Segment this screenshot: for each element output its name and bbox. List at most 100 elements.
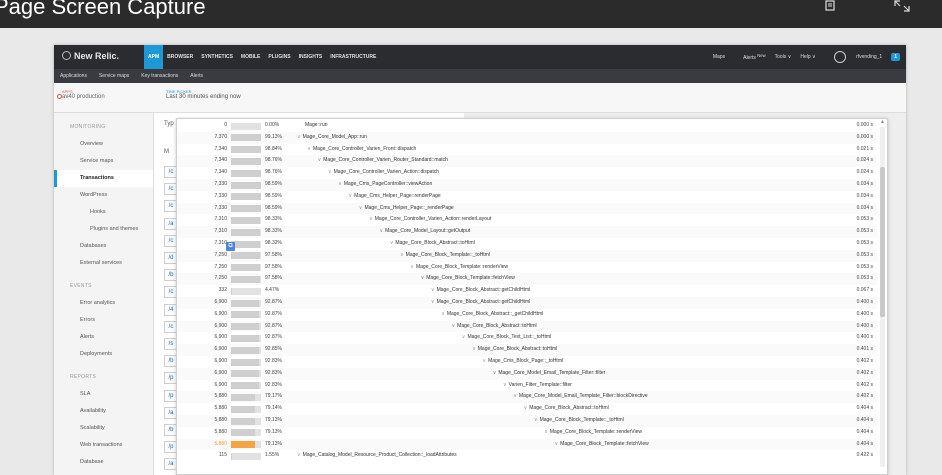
expand-chevron-icon[interactable]: ∨ [555,441,559,447]
trace-row[interactable]: 1151.55%∨Mage_Catalog_Model_Resource_Pro… [177,450,877,462]
nav-synthetics[interactable]: SYNTHETICS [197,45,237,69]
expand-chevron-icon[interactable]: ∨ [482,358,486,364]
sidebar-item-hooks[interactable]: Hooks [54,204,153,221]
alerts-link[interactable]: Alerts New [734,53,766,62]
trace-row[interactable]: 7,33098.59%∨Mage_Cms_Helper_Page::_rende… [177,203,877,215]
trace-row[interactable]: 5,88079.13%∨Mage_Core_Block_Template::fe… [177,439,877,451]
trace-row[interactable]: 7,34098.76%∨Mage_Core_Controller_Varien_… [177,155,877,167]
trace-row[interactable]: 6,90092.85%∨Mage_Core_Block_Abstract::to… [177,344,877,356]
expand-chevron-icon[interactable]: ∨ [359,205,363,211]
trace-row[interactable]: 7,25097.58%∨Mage_Core_Block_Template::re… [177,262,877,274]
sidebar-item-web-transactions[interactable]: Web transactions [54,437,153,454]
expand-chevron-icon[interactable]: ∨ [338,181,342,187]
notification-badge[interactable]: 1 [891,53,900,61]
copy-icon[interactable] [820,0,840,16]
expand-chevron-icon[interactable]: ∨ [349,193,353,199]
trace-row[interactable]: 7,33098.59%∨Mage_Cms_PageController::vie… [177,179,877,191]
nav-infrastructure[interactable]: INFRASTRUCTURE [326,45,380,69]
user-menu[interactable]: rfvending_1 [825,51,883,63]
expand-chevron-icon[interactable]: ∨ [493,370,497,376]
trace-row[interactable]: 7,37099.13%∨Mage_Core_Model_App::run0.00… [177,132,877,144]
apps-picker[interactable]: APPS av40 production [62,89,105,100]
trace-row[interactable]: 5,88079.13%∨Mage_Core_Block_Template::re… [177,427,877,439]
expand-chevron-icon[interactable]: ∨ [462,334,466,340]
expand-chevron-icon[interactable]: ∨ [431,299,435,305]
expand-chevron-icon[interactable]: ∨ [410,264,414,270]
time-picker[interactable]: TIME PICKER Last 30 minutes ending now [166,89,241,100]
sidebar-item-alerts[interactable]: Alerts [54,329,153,346]
expand-chevron-icon[interactable]: ∨ [297,134,301,140]
sidebar-item-scalability[interactable]: Scalability [54,420,153,437]
translate-icon[interactable]: ⧉ [226,242,235,251]
sidebar-item-external-services[interactable]: External services [54,255,153,272]
trace-row[interactable]: 3324.47%∨Mage_Core_Block_Abstract::getCh… [177,285,877,297]
trace-row[interactable]: 7,31098.33%∨Mage_Core_Model_Layout::getO… [177,226,877,238]
scrollbar-thumb[interactable] [880,167,885,317]
trace-row[interactable]: 6,90092.87%∨Mage_Core_Block_Abstract::ge… [177,297,877,309]
expand-chevron-icon[interactable]: ∨ [534,417,538,423]
maps-link[interactable]: Maps [713,54,725,60]
expand-chevron-icon[interactable]: ∨ [369,216,373,222]
tools-menu[interactable]: Tools ∨ [775,54,792,60]
expand-chevron-icon[interactable]: ∨ [524,405,528,411]
expand-icon[interactable] [892,0,912,16]
trace-row[interactable]: 7,31098.33%∨Mage_Core_Controller_Varien_… [177,214,877,226]
sidebar-item-availability[interactable]: Availability [54,403,153,420]
sidebar-item-service-maps[interactable]: Service maps [54,153,153,170]
expand-chevron-icon[interactable]: ∨ [307,146,311,152]
sidebar-item-plugins-and-themes[interactable]: Plugins and themes [54,221,153,238]
sidebar-item-databases[interactable]: Databases [54,238,153,255]
trace-row[interactable]: 6,90092.87%∨Mage_Core_Block_Abstract::_g… [177,309,877,321]
subnav-key-transactions[interactable]: Key transactions [135,69,184,83]
trace-row[interactable]: 6,90092.87%∨Mage_Core_Block_Text_List::_… [177,332,877,344]
subnav-applications[interactable]: Applications [54,69,93,83]
expand-chevron-icon[interactable]: ∨ [441,311,445,317]
expand-chevron-icon[interactable]: ∨ [400,252,404,258]
nav-browser[interactable]: BROWSER [163,45,197,69]
expand-chevron-icon[interactable]: ∨ [513,393,517,399]
trace-row[interactable]: 6,90092.87%∨Mage_Core_Block_Abstract::to… [177,321,877,333]
sidebar-item-errors[interactable]: Errors [54,312,153,329]
sidebar-item-deployments[interactable]: Deployments [54,346,153,363]
subnav-alerts[interactable]: Alerts [184,69,209,83]
scrollbar[interactable] [880,127,885,467]
trace-row[interactable]: 7,33098.59%∨Mage_Cms_Helper_Page::render… [177,191,877,203]
nav-mobile[interactable]: MOBILE [237,45,264,69]
trace-row[interactable]: 7,25097.58%∨Mage_Core_Block_Template::_t… [177,250,877,262]
subnav-service-maps[interactable]: Service maps [93,69,135,83]
trace-row[interactable]: 5,88079.13%∨Mage_Core_Block_Template::_t… [177,415,877,427]
nav-insights[interactable]: INSIGHTS [295,45,327,69]
expand-chevron-icon[interactable]: ∨ [472,346,476,352]
expand-chevron-icon[interactable]: ∨ [503,382,507,388]
expand-chevron-icon[interactable]: ∨ [452,323,456,329]
expand-chevron-icon[interactable]: ∨ [379,228,383,234]
sidebar-item-overview[interactable]: Overview [54,136,153,153]
expand-chevron-icon[interactable]: ∨ [431,287,435,293]
expand-chevron-icon[interactable]: ∨ [390,240,394,246]
expand-chevron-icon[interactable]: ∨ [421,275,425,281]
sidebar-item-error-analytics[interactable]: Error analytics [54,295,153,312]
scroll-up-icon[interactable]: ▲ [880,119,885,126]
trace-row[interactable]: 6,90092.83%∨Mage_Core_Model_Email_Templa… [177,368,877,380]
trace-row[interactable]: 5,88079.14%∨Mage_Core_Block_Abstract::to… [177,403,877,415]
nav-apm[interactable]: APM [144,45,163,69]
sidebar-item-wordpress[interactable]: WordPress [54,187,153,204]
sidebar-item-transactions[interactable]: Transactions [54,170,153,187]
expand-chevron-icon[interactable]: ∨ [297,452,301,458]
help-menu[interactable]: Help ∨ [800,54,815,60]
expand-chevron-icon[interactable]: ∨ [544,429,548,435]
sidebar-item-database[interactable]: Database [54,454,153,471]
trace-row[interactable]: 6,90092.83%∨Mage_Cms_Block_Page::_toHtml… [177,356,877,368]
newrelic-logo[interactable]: New Relic. [62,51,119,61]
sidebar-item-sla[interactable]: SLA [54,386,153,403]
trace-row[interactable]: 7,31098.32%∨Mage_Core_Block_Abstract::to… [177,238,877,250]
trace-row[interactable]: 7,25097.58%∨Mage_Core_Block_Template::fe… [177,273,877,285]
expand-chevron-icon[interactable]: ∨ [328,169,332,175]
trace-row[interactable]: 00.00%Mage::run0.000 s [177,120,877,132]
trace-row[interactable]: 7,34098.76%∨Mage_Core_Controller_Varien_… [177,167,877,179]
trace-row[interactable]: 6,90092.83%∨Varien_Filter_Template::filt… [177,380,877,392]
nav-plugins[interactable]: PLUGINS [264,45,294,69]
expand-chevron-icon[interactable]: ∨ [318,157,322,163]
trace-row[interactable]: 7,34098.84%∨Mage_Core_Controller_Varien_… [177,144,877,156]
trace-row[interactable]: 5,88079.17%∨Mage_Core_Model_Email_Templa… [177,391,877,403]
